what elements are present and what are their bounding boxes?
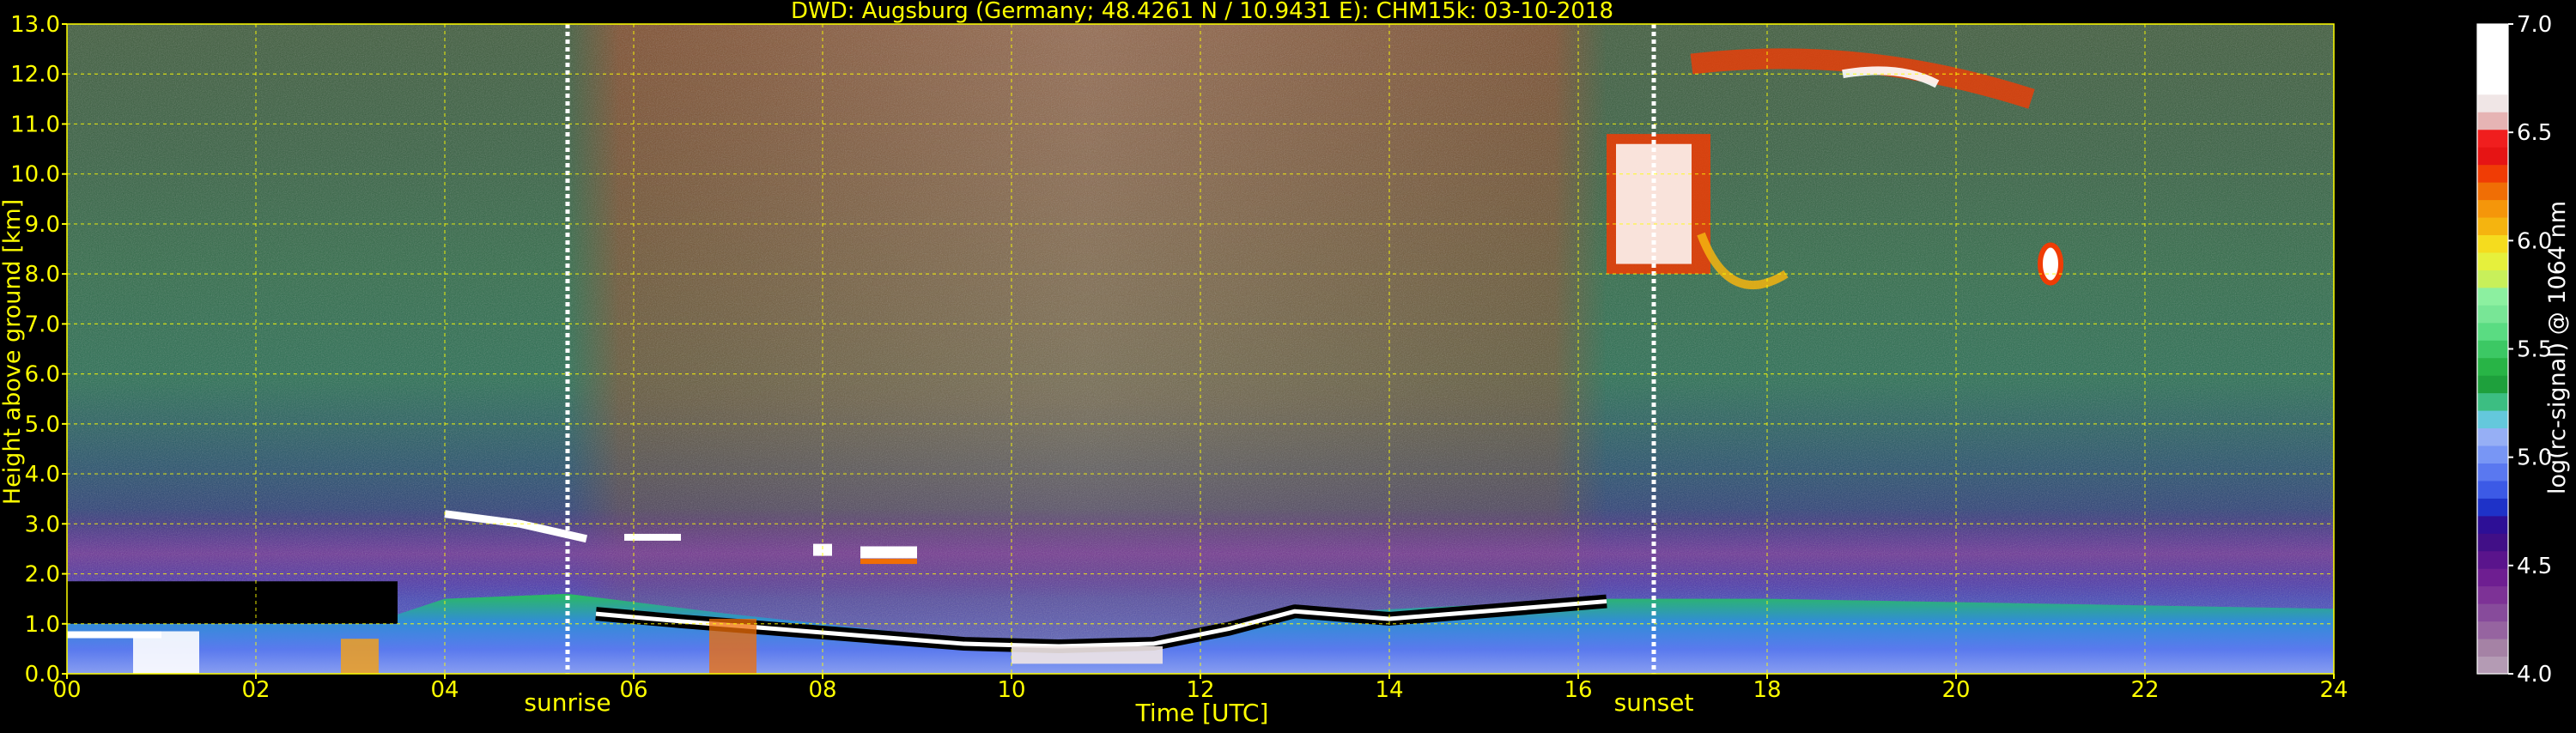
y-tick-label: 13.0 xyxy=(10,12,60,38)
y-tick-label: 3.0 xyxy=(25,512,60,537)
colorbar-segment xyxy=(2477,112,2508,130)
x-tick-label: 08 xyxy=(808,677,836,703)
y-tick-label: 6.0 xyxy=(25,362,60,388)
x-axis-label: Time [UTC] xyxy=(1135,699,1269,727)
sunset-label: sunset xyxy=(1614,688,1694,717)
colorbar-segment xyxy=(2477,251,2508,270)
colorbar-segment xyxy=(2477,656,2508,675)
x-tick-label: 10 xyxy=(997,677,1025,703)
colorbar-segment xyxy=(2477,392,2508,411)
ceilometer-chart: sunrise sunset 00 02 04 06 08 10 12 14 16 18 20 22 24… xyxy=(0,0,2576,730)
colorbar-tick-label: 4.5 xyxy=(2517,554,2552,579)
colorbar-segment xyxy=(2477,568,2508,587)
colorbar-segment xyxy=(2477,270,2508,288)
y-tick-label: 2.0 xyxy=(25,562,60,588)
y-tick-label: 4.0 xyxy=(25,462,60,488)
colorbar-segment xyxy=(2477,445,2508,463)
chart-svg: sunrise sunset 00 02 04 06 08 10 12 14 16 18 20 22 24… xyxy=(0,0,2571,727)
x-tick-label: 22 xyxy=(2130,677,2159,703)
colorbar-segment xyxy=(2477,375,2508,394)
colorbar-tick-label: 6.5 xyxy=(2517,120,2552,146)
x-tick-label: 18 xyxy=(1753,677,1781,703)
colorbar-segment xyxy=(2477,621,2508,639)
colorbar-segment xyxy=(2477,585,2508,604)
colorbar-segment xyxy=(2477,498,2508,517)
y-axis-label: Height above ground [km] xyxy=(0,199,26,505)
x-tick-label: 06 xyxy=(619,677,647,703)
colorbar-segment xyxy=(2477,340,2508,359)
y-tick-label: 8.0 xyxy=(25,262,60,288)
colorbar-segment xyxy=(2477,182,2508,201)
colorbar-segment xyxy=(2477,76,2508,95)
colorbar-segment xyxy=(2477,164,2508,183)
y-tick-label: 11.0 xyxy=(10,112,60,137)
colorbar-segment xyxy=(2477,58,2508,77)
colorbar-tick-label: 4.0 xyxy=(2517,662,2552,688)
colorbar-segment xyxy=(2477,305,2508,324)
low-cloud-patch xyxy=(709,618,756,674)
colorbar-segment xyxy=(2477,463,2508,482)
y-tick-label: 10.0 xyxy=(10,162,60,188)
cirrus-cloud xyxy=(2038,242,2063,286)
colorbar-segment xyxy=(2477,217,2508,236)
x-tick-label: 02 xyxy=(241,677,270,703)
low-cloud-patch xyxy=(1012,645,1163,664)
colorbar-segment xyxy=(2477,515,2508,534)
colorbar-segment xyxy=(2477,322,2508,341)
x-tick-label: 24 xyxy=(2319,677,2348,703)
x-tick-label: 04 xyxy=(430,677,459,703)
night-clear-gap xyxy=(67,581,398,624)
colorbar-segment xyxy=(2477,94,2508,112)
colorbar-segment xyxy=(2477,24,2508,42)
colorbar-segment xyxy=(2477,147,2508,166)
colorbar-segment xyxy=(2477,234,2508,253)
low-cloud-patch xyxy=(341,639,379,674)
y-tick-label: 5.0 xyxy=(25,412,60,438)
elevated-aerosol-layer xyxy=(860,559,917,565)
elevated-aerosol-layer xyxy=(860,546,917,559)
colorbar-segment xyxy=(2477,357,2508,376)
y-tick-label: 7.0 xyxy=(25,312,60,337)
colorbar-segment xyxy=(2477,480,2508,499)
colorbar-segment xyxy=(2477,639,2508,657)
fog-patch xyxy=(133,631,199,674)
colorbar-tick-label: 7.0 xyxy=(2517,12,2552,38)
colorbar-segment xyxy=(2477,603,2508,622)
chart-title: DWD: Augsburg (Germany; 48.4261 N / 10.9… xyxy=(791,0,1613,24)
y-tick-label: 9.0 xyxy=(25,212,60,238)
elevated-aerosol-layer xyxy=(624,533,681,541)
colorbar-label: log(rc-signal) @ 1064 nm xyxy=(2544,201,2571,494)
colorbar-segment xyxy=(2477,550,2508,569)
y-tick-label: 0.0 xyxy=(25,662,60,688)
x-tick-label: 14 xyxy=(1375,677,1403,703)
colorbar-segment xyxy=(2477,427,2508,446)
y-tick-label: 1.0 xyxy=(25,612,60,638)
colorbar-segment xyxy=(2477,533,2508,552)
colorbar-segment xyxy=(2477,129,2508,148)
y-tick-label: 12.0 xyxy=(10,62,60,88)
sunrise-label: sunrise xyxy=(524,688,611,717)
colorbar-segment xyxy=(2477,199,2508,218)
x-tick-label: 16 xyxy=(1564,677,1592,703)
colorbar-segment xyxy=(2477,41,2508,60)
colorbar-segment xyxy=(2477,287,2508,306)
colorbar-segment xyxy=(2477,410,2508,429)
x-tick-label: 20 xyxy=(1941,677,1970,703)
